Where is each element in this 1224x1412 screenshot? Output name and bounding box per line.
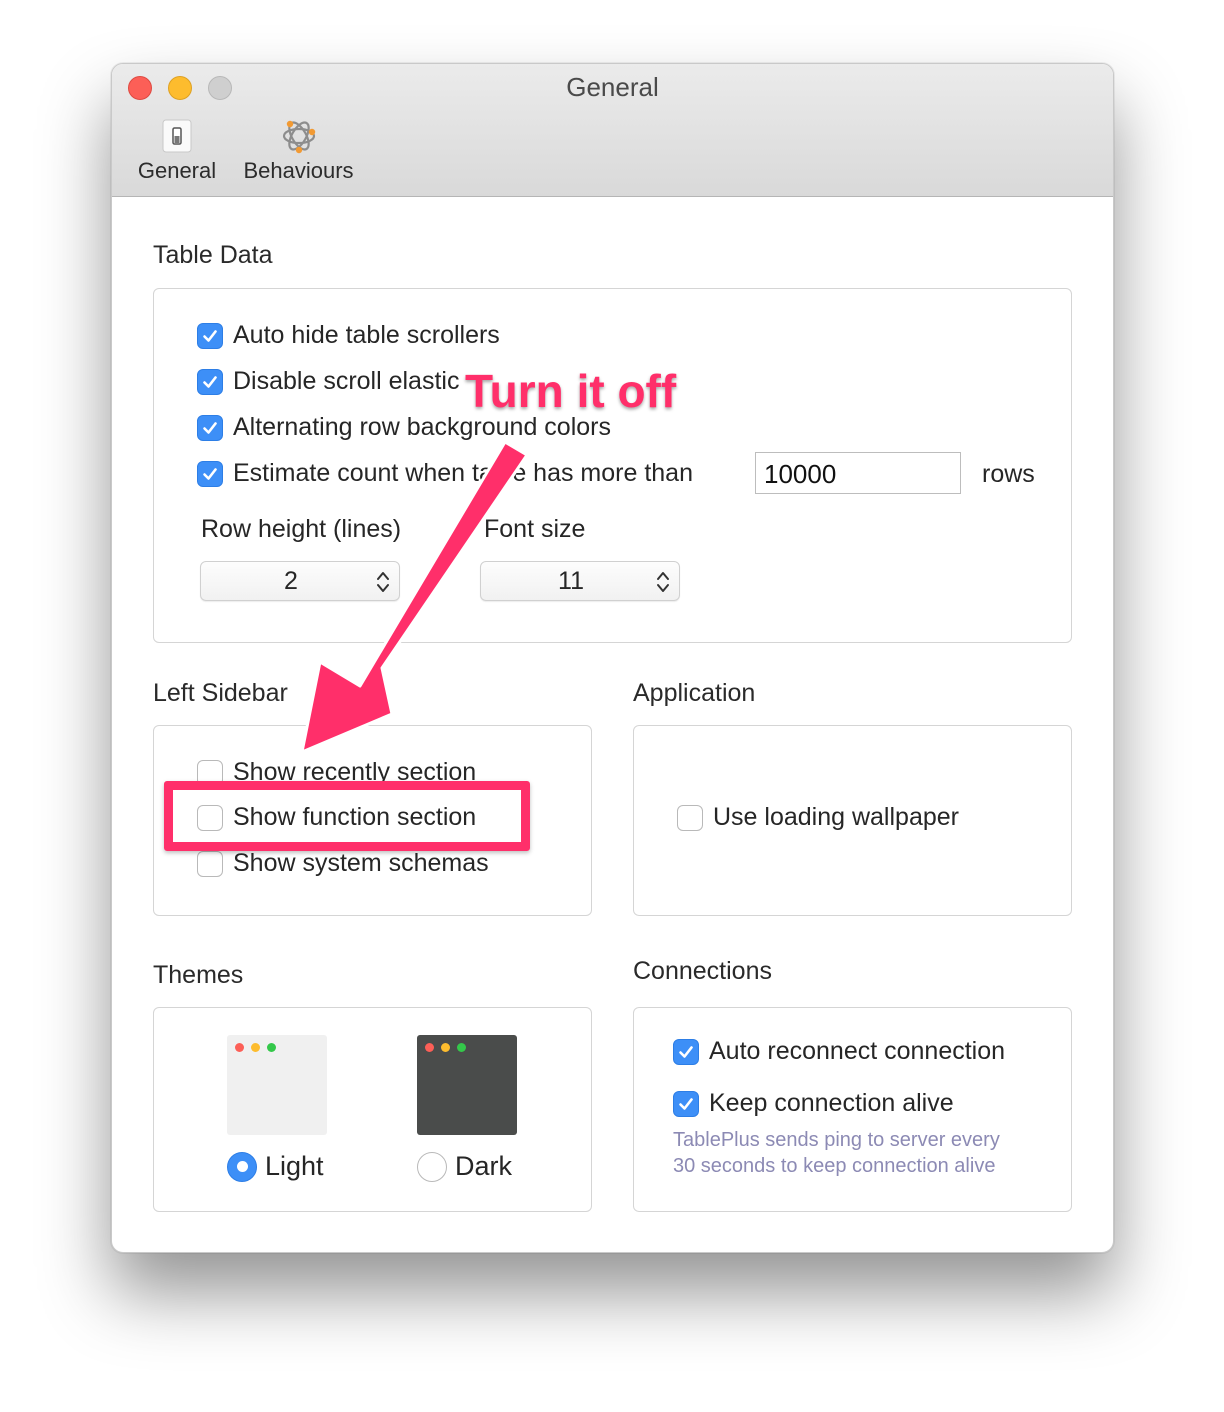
section-title-connections: Connections — [633, 957, 772, 985]
checkbox-label: Use loading wallpaper — [713, 803, 959, 831]
checkbox-show-function[interactable]: Show function section — [197, 803, 476, 832]
title-bar: General General Behaviours — [112, 64, 1113, 197]
checkbox-unchecked-icon — [677, 804, 703, 831]
theme-light-preview[interactable] — [227, 1035, 327, 1135]
note-line-1: TablePlus sends ping to server every — [673, 1129, 1000, 1151]
checkbox-show-recently[interactable]: Show recently section — [197, 758, 476, 787]
checkbox-unchecked-icon — [197, 759, 223, 786]
section-title-left-sidebar: Left Sidebar — [153, 679, 288, 707]
checkbox-disable-scroll-elastic[interactable]: Disable scroll elastic — [197, 367, 459, 396]
note-line-2: 30 seconds to keep connection alive — [673, 1155, 996, 1177]
checkbox-unchecked-icon — [197, 850, 223, 877]
close-dot-icon — [425, 1043, 434, 1052]
checkbox-label: Auto reconnect connection — [709, 1037, 1006, 1065]
zoom-dot-icon — [267, 1043, 276, 1052]
checkbox-loading-wallpaper[interactable]: Use loading wallpaper — [677, 803, 959, 832]
font-size-stepper[interactable]: 11 — [480, 561, 680, 601]
checkbox-unchecked-icon — [197, 804, 223, 831]
radio-label: Dark — [455, 1151, 513, 1181]
font-size-label: Font size — [484, 515, 586, 543]
checkbox-checked-icon — [197, 322, 223, 349]
font-size-value: 11 — [558, 567, 584, 595]
close-dot-icon — [235, 1043, 244, 1052]
molecule-icon — [282, 120, 315, 154]
checkbox-checked-icon — [197, 414, 223, 441]
stepper-arrows-icon[interactable] — [655, 568, 671, 596]
checkbox-auto-reconnect[interactable]: Auto reconnect connection — [673, 1037, 1005, 1066]
checkbox-label: Keep connection alive — [709, 1089, 954, 1117]
radio-theme-light[interactable]: Light — [227, 1151, 324, 1182]
checkbox-checked-icon — [197, 368, 223, 395]
stepper-arrows-icon[interactable] — [375, 568, 391, 596]
theme-dark-preview[interactable] — [417, 1035, 517, 1135]
toolbar-label-general: General — [137, 158, 217, 183]
checkbox-checked-icon — [673, 1038, 699, 1065]
radio-unselected-icon — [417, 1151, 447, 1182]
themes-group — [153, 1007, 592, 1212]
toolbar-tab-behaviours[interactable]: Behaviours — [236, 116, 361, 184]
toolbar-label-behaviours: Behaviours — [243, 158, 354, 183]
minimize-dot-icon — [441, 1043, 450, 1052]
checkbox-estimate-count[interactable]: Estimate count when table has more than — [197, 459, 693, 488]
minimize-dot-icon — [251, 1043, 260, 1052]
section-title-application: Application — [633, 679, 756, 707]
checkbox-alternating-row-colors[interactable]: Alternating row background colors — [197, 413, 611, 442]
preferences-window: General General Behaviours Table Data Au… — [111, 63, 1114, 1253]
keep-alive-note: TablePlus sends ping to server every 30 … — [673, 1127, 1000, 1179]
checkbox-label: Show recently section — [233, 758, 477, 786]
radio-label: Light — [265, 1151, 324, 1181]
window-title: General — [566, 72, 659, 102]
section-title-themes: Themes — [153, 961, 244, 989]
checkbox-checked-icon — [673, 1090, 699, 1117]
checkbox-label: Auto hide table scrollers — [233, 321, 500, 349]
zoom-dot-icon — [457, 1043, 466, 1052]
rows-unit-label: rows — [982, 460, 1035, 488]
toolbar-tab-general[interactable]: General — [132, 116, 222, 184]
row-height-value: 2 — [284, 567, 298, 595]
checkbox-label: Estimate count when table has more than — [233, 459, 693, 487]
radio-theme-dark[interactable]: Dark — [417, 1151, 512, 1182]
estimate-rows-input[interactable]: 10000 — [755, 452, 961, 494]
row-height-stepper[interactable]: 2 — [200, 561, 400, 601]
checkbox-show-system-schemas[interactable]: Show system schemas — [197, 849, 489, 878]
section-title-table-data: Table Data — [153, 241, 273, 269]
row-height-label: Row height (lines) — [201, 515, 402, 543]
radio-selected-icon — [227, 1151, 257, 1182]
checkbox-label: Show system schemas — [233, 849, 489, 877]
checkbox-label: Show function section — [233, 803, 477, 831]
checkbox-label: Disable scroll elastic — [233, 367, 460, 395]
checkbox-auto-hide-scrollers[interactable]: Auto hide table scrollers — [197, 321, 500, 350]
switch-icon — [162, 119, 192, 153]
checkbox-checked-icon — [197, 460, 223, 487]
checkbox-label: Alternating row background colors — [233, 413, 611, 441]
checkbox-keep-alive[interactable]: Keep connection alive — [673, 1089, 954, 1118]
